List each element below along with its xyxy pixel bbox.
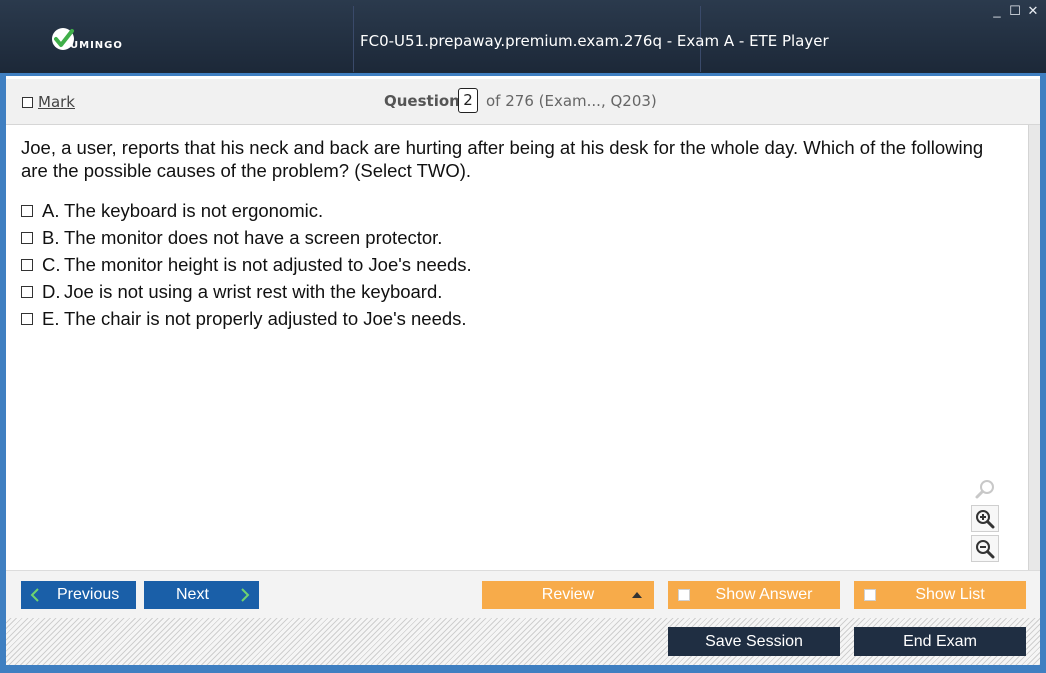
- option-letter: B.: [42, 226, 60, 248]
- answer-option-a[interactable]: A. The keyboard is not ergonomic.: [21, 197, 472, 224]
- show-answer-label: Show Answer: [715, 586, 813, 603]
- question-count: of 276 (Exam..., Q203): [486, 92, 657, 110]
- question-content: Joe, a user, reports that his neck and b…: [6, 125, 1028, 570]
- navigation-bar: Previous Next Review Show Answer Show Li…: [6, 570, 1040, 618]
- mark-label[interactable]: Mark: [38, 93, 75, 111]
- window-border-bottom: [0, 665, 1046, 673]
- logo-text: UMINGO: [70, 40, 123, 51]
- review-label: Review: [541, 586, 595, 603]
- show-answer-checkbox[interactable]: [678, 589, 690, 601]
- question-text: Joe, a user, reports that his neck and b…: [21, 137, 984, 181]
- option-text: The chair is not properly adjusted to Jo…: [64, 307, 467, 329]
- chevron-left-icon: [30, 588, 39, 602]
- question-number-input[interactable]: 2: [458, 88, 478, 113]
- question-label: Question: [384, 92, 460, 110]
- chevron-right-icon: [241, 588, 250, 602]
- window-title: FC0-U51.prepaway.premium.exam.276q - Exa…: [360, 32, 829, 50]
- answer-option-d[interactable]: D. Joe is not using a wrist rest with th…: [21, 278, 472, 305]
- mark-checkbox[interactable]: [22, 97, 33, 108]
- answer-checkbox[interactable]: [21, 285, 33, 298]
- maximize-icon[interactable]: ☐: [1008, 4, 1022, 18]
- previous-label: Previous: [57, 586, 120, 603]
- previous-button[interactable]: Previous: [21, 581, 136, 609]
- save-session-button[interactable]: Save Session: [668, 627, 840, 656]
- answer-checkbox[interactable]: [21, 312, 33, 325]
- option-text: Joe is not using a wrist rest with the k…: [64, 280, 443, 302]
- close-icon[interactable]: ✕: [1026, 4, 1040, 18]
- option-text: The keyboard is not ergonomic.: [64, 199, 324, 221]
- answer-options: A. The keyboard is not ergonomic. B. The…: [21, 197, 472, 332]
- next-label: Next: [176, 586, 209, 603]
- end-exam-button[interactable]: End Exam: [854, 627, 1026, 656]
- footer-bar: Save Session End Exam: [6, 618, 1040, 665]
- option-letter: E.: [42, 307, 60, 329]
- show-answer-button[interactable]: Show Answer: [668, 581, 840, 609]
- answer-option-b[interactable]: B. The monitor does not have a screen pr…: [21, 224, 472, 251]
- answer-checkbox[interactable]: [21, 258, 33, 271]
- title-separator: [353, 6, 354, 72]
- show-list-checkbox[interactable]: [864, 589, 876, 601]
- show-list-label: Show List: [915, 586, 985, 603]
- answer-option-e[interactable]: E. The chair is not properly adjusted to…: [21, 305, 472, 332]
- vertical-scrollbar[interactable]: [1028, 125, 1040, 570]
- zoom-out-icon[interactable]: [971, 535, 999, 562]
- next-button[interactable]: Next: [144, 581, 259, 609]
- question-header: Mark Question 2 of 276 (Exam..., Q203): [6, 79, 1040, 125]
- search-icon[interactable]: [971, 475, 999, 502]
- title-bar: UMINGO FC0-U51.prepaway.premium.exam.276…: [0, 0, 1046, 76]
- caret-up-icon: [632, 592, 642, 598]
- option-letter: C.: [42, 253, 61, 275]
- show-list-button[interactable]: Show List: [854, 581, 1026, 609]
- review-button[interactable]: Review: [482, 581, 654, 609]
- answer-checkbox[interactable]: [21, 231, 33, 244]
- option-text: The monitor does not have a screen prote…: [64, 226, 443, 248]
- option-letter: A.: [42, 199, 60, 221]
- minimize-icon[interactable]: _: [990, 4, 1004, 18]
- option-text: The monitor height is not adjusted to Jo…: [64, 253, 472, 275]
- zoom-tools: [971, 475, 1003, 565]
- zoom-in-icon[interactable]: [971, 505, 999, 532]
- window-border-right: [1040, 76, 1046, 665]
- answer-checkbox[interactable]: [21, 204, 33, 217]
- option-letter: D.: [42, 280, 61, 302]
- answer-option-c[interactable]: C. The monitor height is not adjusted to…: [21, 251, 472, 278]
- window-controls: _ ☐ ✕: [990, 4, 1040, 18]
